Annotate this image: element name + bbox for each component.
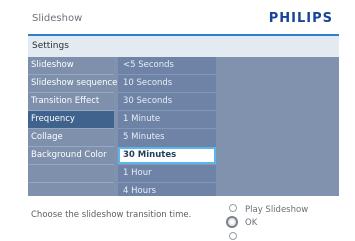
menu-item-frequency[interactable]: Frequency	[28, 111, 114, 128]
option-label: 5 Minutes	[123, 132, 165, 142]
screen-title: Slideshow	[32, 13, 83, 24]
option-label: <5 Seconds	[123, 60, 174, 70]
menu-item-slideshow-sequence[interactable]: Slideshow sequence	[28, 75, 118, 92]
option-5-minutes[interactable]: 5 Minutes	[118, 129, 216, 146]
option-4-hours[interactable]: 4 Hours	[118, 183, 216, 196]
menu-item-label: Slideshow	[31, 60, 74, 70]
option-30-minutes[interactable]: 30 Minutes	[118, 147, 216, 164]
breadcrumb: Settings	[28, 36, 339, 57]
menu-item-background-color[interactable]: Background Color	[28, 147, 114, 164]
nav-down-icon[interactable]	[229, 232, 237, 240]
option-10-seconds[interactable]: 10 Seconds	[118, 75, 216, 92]
menu-item-label: Collage	[31, 132, 63, 142]
menu-item-transition-effect[interactable]: Transition Effect	[28, 93, 114, 110]
breadcrumb-label: Settings	[32, 41, 69, 51]
menu-item-label: Frequency	[31, 114, 75, 124]
menu-divider	[28, 182, 114, 183]
menu-item-label: Background Color	[31, 150, 107, 160]
option-1-hour[interactable]: 1 Hour	[118, 165, 216, 182]
play-slideshow-hint: Play Slideshow	[245, 205, 309, 215]
frame-screen: Slideshow PHILIPS Settings Slideshow Sli…	[0, 0, 355, 241]
menu-item-label: Slideshow sequence	[31, 78, 118, 88]
menu-item-label: Transition Effect	[31, 96, 100, 106]
ok-hint: OK	[245, 218, 258, 228]
option-label: 1 Minute	[123, 114, 161, 124]
option-label: 30 Minutes	[123, 150, 177, 160]
frequency-options: <5 Seconds 10 Seconds 30 Seconds 1 Minut…	[118, 57, 216, 196]
nav-up-icon[interactable]	[229, 204, 237, 212]
option-less-than-5-seconds[interactable]: <5 Seconds	[118, 57, 216, 74]
option-label: 10 Seconds	[123, 78, 173, 88]
menu-divider	[28, 164, 114, 165]
navigation-pad	[226, 204, 240, 240]
option-label: 1 Hour	[123, 168, 152, 178]
brand-logo: PHILIPS	[268, 11, 333, 26]
ok-button-icon[interactable]	[226, 216, 238, 228]
option-label: 4 Hours	[123, 186, 157, 196]
option-30-seconds[interactable]: 30 Seconds	[118, 93, 216, 110]
settings-menu: Slideshow Slideshow sequence Transition …	[28, 57, 118, 196]
menu-panel: Slideshow Slideshow sequence Transition …	[28, 57, 339, 196]
option-label: 30 Seconds	[123, 96, 173, 106]
menu-item-slideshow[interactable]: Slideshow	[28, 57, 114, 74]
title-bar: Slideshow PHILIPS	[0, 0, 355, 36]
menu-item-collage[interactable]: Collage	[28, 129, 114, 146]
option-1-minute[interactable]: 1 Minute	[118, 111, 216, 128]
help-text: Choose the slideshow transition time.	[31, 210, 192, 220]
